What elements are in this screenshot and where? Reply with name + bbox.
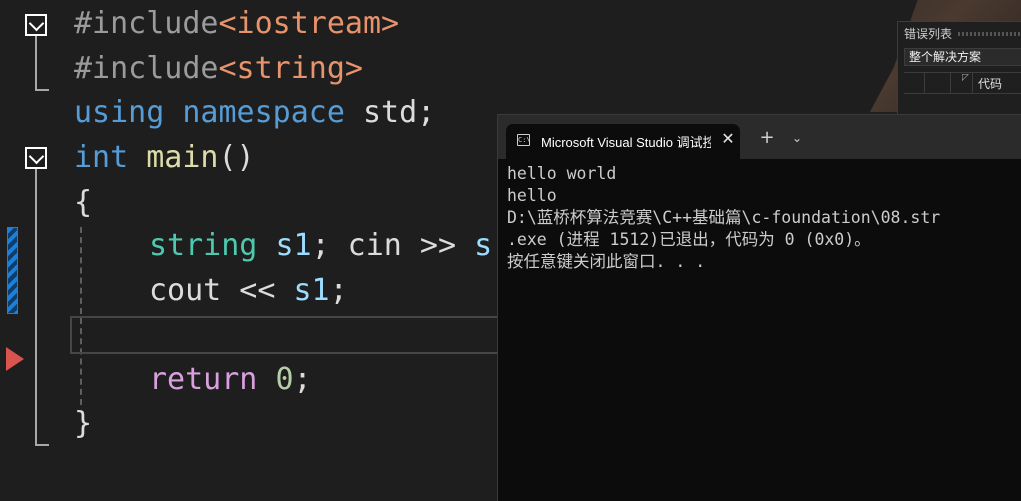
terminal-line: .exe (进程 1512)已退出，代码为 0 (0x0)。 <box>507 230 871 249</box>
terminal-tab-title: Microsoft Visual Studio 调试控制台 <box>541 135 711 150</box>
code-token: #include <box>74 6 219 41</box>
error-scope-dropdown[interactable]: 整个解决方案 <box>904 48 1021 66</box>
code-token: <string> <box>218 51 364 86</box>
code-token: <iostream> <box>218 6 400 41</box>
code-token: ; <box>329 273 348 308</box>
code-line[interactable]: using namespace std; <box>74 93 435 133</box>
error-list-panel[interactable]: 错误列表 整个解决方案 ◸ 代码 <box>897 21 1021 115</box>
error-list-title: 错误列表 <box>904 27 953 41</box>
debug-console-window[interactable]: C:\ Microsoft Visual Studio 调试控制台 ✕ + ⌄ … <box>497 114 1021 501</box>
code-token: return <box>149 362 258 397</box>
code-token: ; cin >> <box>311 228 475 263</box>
terminal-line: hello <box>507 186 557 205</box>
main-fold-guide-end <box>35 444 49 446</box>
code-token: () <box>218 140 255 175</box>
execution-pointer-icon[interactable] <box>6 347 24 371</box>
code-token: s1 <box>275 228 312 263</box>
terminal-line: 按任意键关闭此窗口. . . <box>507 252 706 271</box>
terminal-tab[interactable]: C:\ Microsoft Visual Studio 调试控制台 ✕ <box>506 124 740 159</box>
collapse-main-toggle-icon[interactable] <box>25 147 47 169</box>
console-icon: C:\ <box>517 134 531 146</box>
sort-icon[interactable]: ◸ <box>962 73 969 83</box>
terminal-output[interactable]: hello world hello D:\蓝桥杯算法竞赛\C++基础篇\c-fo… <box>507 163 1021 273</box>
new-tab-button[interactable]: + <box>757 128 777 148</box>
code-token: using <box>74 95 165 130</box>
current-line-highlight <box>70 316 510 354</box>
code-line[interactable]: #include<iostream> <box>74 4 399 44</box>
code-token: #include <box>74 51 219 86</box>
code-token: cout << <box>149 273 294 308</box>
chevron-down-icon[interactable]: ⌄ <box>787 128 807 148</box>
close-icon[interactable]: ✕ <box>718 129 738 149</box>
main-fold-guide <box>35 169 37 446</box>
code-line[interactable]: string s1; cin >> s <box>149 226 492 266</box>
code-token: } <box>74 406 93 441</box>
code-line[interactable]: } <box>74 404 92 444</box>
panel-drag-handle[interactable] <box>958 32 1021 36</box>
code-token: ; <box>293 362 312 397</box>
code-token: int <box>74 140 129 175</box>
terminal-line: hello world <box>507 164 617 183</box>
code-column-header[interactable]: 代码 <box>978 75 1002 92</box>
collapse-include-toggle-icon[interactable] <box>25 14 47 36</box>
include-fold-guide-end <box>35 89 49 91</box>
error-list-header: ◸ 代码 <box>904 72 1021 94</box>
code-line[interactable]: { <box>74 183 92 223</box>
code-token: string <box>149 228 258 263</box>
code-line[interactable]: #include<string> <box>74 49 363 89</box>
code-line[interactable]: return 0; <box>149 360 312 400</box>
code-token: namespace <box>182 95 345 130</box>
code-line[interactable]: int main() <box>74 138 255 178</box>
code-line[interactable]: cout << s1; <box>149 271 348 311</box>
include-fold-guide <box>35 36 37 91</box>
terminal-tab-bar: C:\ Microsoft Visual Studio 调试控制台 ✕ + ⌄ <box>498 115 1021 159</box>
code-token: std; <box>344 95 436 130</box>
code-token: 0 <box>275 362 294 397</box>
code-token: main <box>146 140 219 175</box>
code-token: s1 <box>293 273 330 308</box>
terminal-line: D:\蓝桥杯算法竞赛\C++基础篇\c-foundation\08.str <box>507 208 941 227</box>
code-token: { <box>74 185 93 220</box>
unsaved-change-marker <box>7 227 18 314</box>
code-token: s <box>474 228 493 263</box>
